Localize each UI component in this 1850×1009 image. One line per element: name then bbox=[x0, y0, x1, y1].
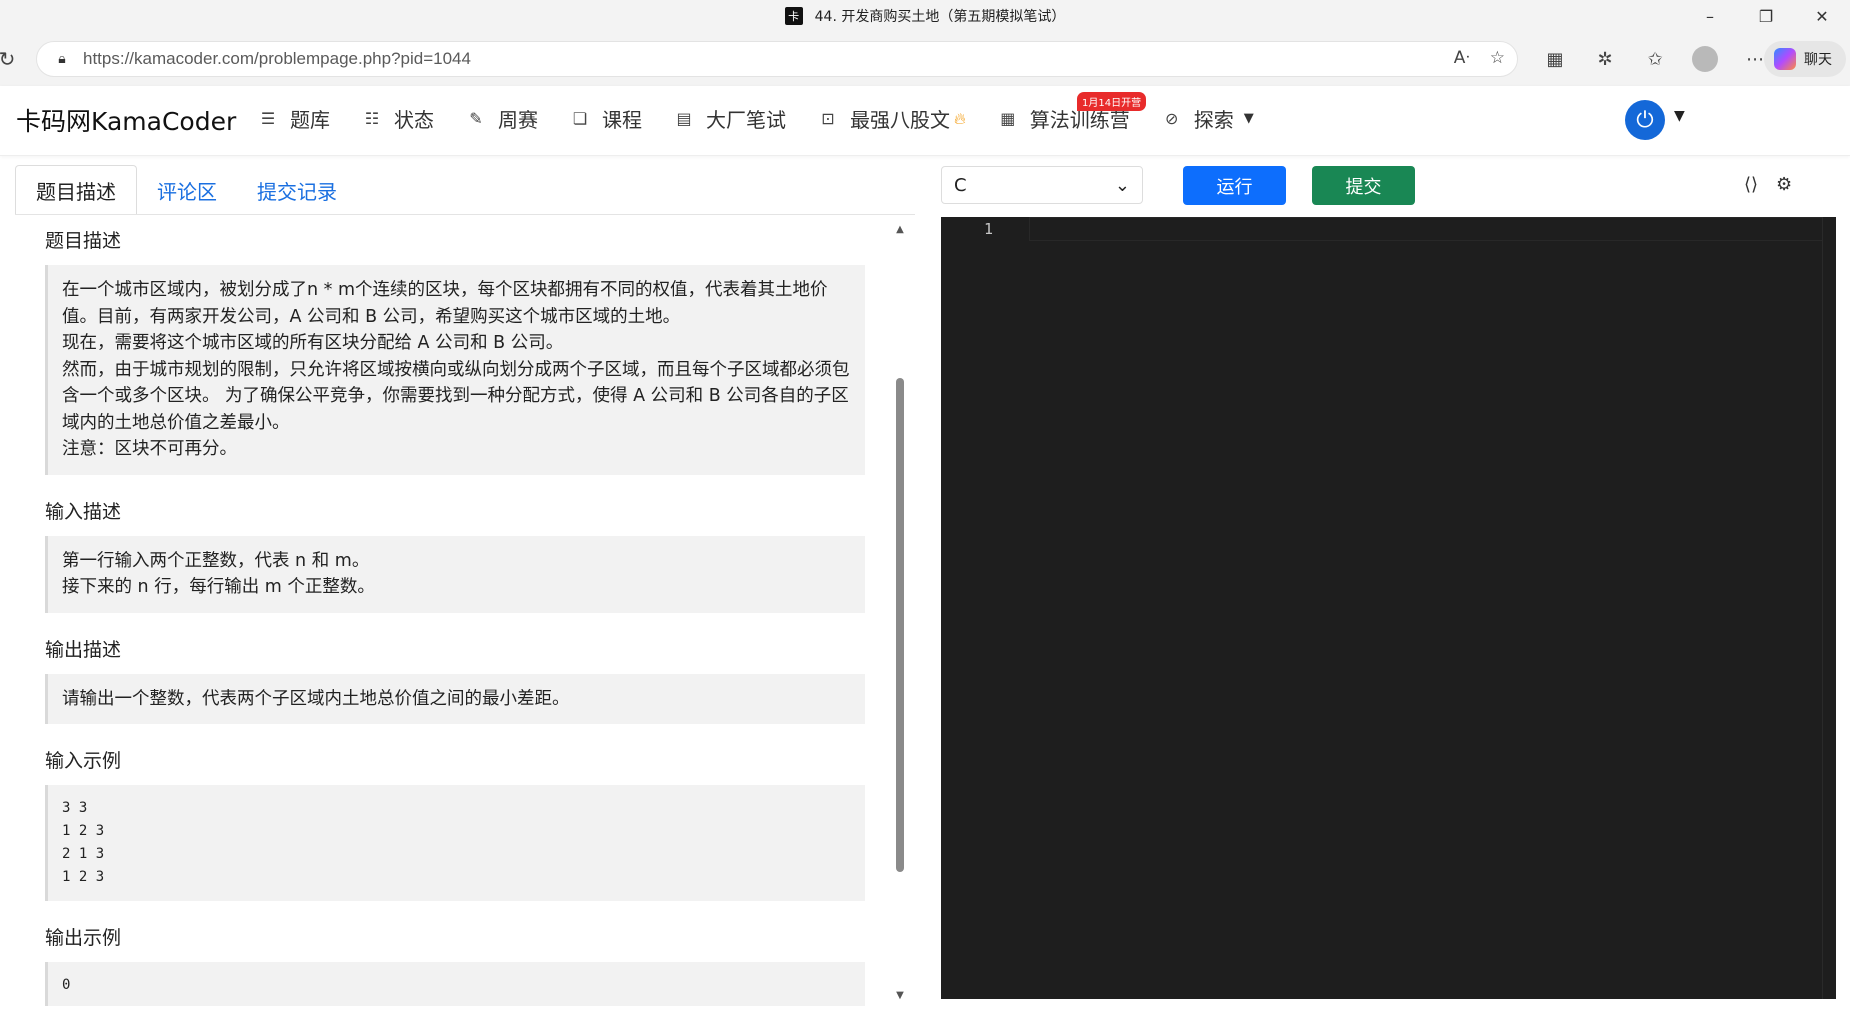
scroll-up-arrow-icon[interactable]: ▲ bbox=[893, 224, 907, 240]
nav-label: 大厂笔试 bbox=[706, 108, 786, 132]
read-aloud-icon[interactable]: Aᐧ bbox=[1454, 48, 1470, 68]
nav-item-company-tests[interactable]: ▤ 大厂笔试 bbox=[674, 104, 786, 133]
problem-tabs: 题目描述 评论区 提交记录 bbox=[15, 165, 357, 215]
current-line-highlight bbox=[1029, 217, 1824, 241]
copilot-chat-button[interactable]: 聊天 bbox=[1764, 41, 1846, 77]
restore-button[interactable]: ❐ bbox=[1738, 0, 1794, 32]
editor-line[interactable]: 1 bbox=[941, 217, 1836, 241]
nav-item-status[interactable]: ☷ 状态 bbox=[362, 104, 434, 133]
run-button[interactable]: 运行 bbox=[1183, 166, 1286, 205]
qr-code-icon[interactable]: ▦ bbox=[1530, 41, 1580, 77]
section-title-sample-input: 输入示例 bbox=[45, 750, 122, 772]
gear-icon[interactable]: ⚙ bbox=[1776, 174, 1792, 195]
nav-label: 最强八股文 bbox=[850, 108, 950, 132]
section-title-sample-output: 输出示例 bbox=[45, 927, 122, 949]
section-title-description: 题目描述 bbox=[45, 230, 122, 252]
browser-title-bar: 卡 44. 开发商购买土地（第五期模拟笔试） – ❐ ✕ bbox=[0, 0, 1850, 32]
browser-tools: ▦ ✲ ✩ ⋯ bbox=[1530, 41, 1780, 77]
brand-logo[interactable]: 卡码网KamaCoder bbox=[16, 102, 236, 138]
language-value: C bbox=[954, 174, 967, 196]
output-paragraph: 请输出一个整数，代表两个子区域内土地总价值之间的最小差距。 bbox=[62, 688, 570, 709]
list-icon: ☰ bbox=[260, 109, 276, 128]
minimize-button[interactable]: – bbox=[1682, 0, 1738, 32]
site-info-lock-icon[interactable]: 🔒︎ bbox=[51, 48, 73, 70]
section-title-output: 输出描述 bbox=[45, 638, 122, 661]
code-bracket-icon[interactable]: ⟨⟩ bbox=[1744, 174, 1758, 195]
scroll-down-arrow-icon[interactable]: ▼ bbox=[893, 990, 907, 1006]
page: 卡码网KamaCoder ☰ 题库 ☷ 状态 ✎ 周赛 ❏ 课程 ▤ 大厂笔试 bbox=[0, 86, 1850, 1009]
sample-input-code: 3 3 1 2 3 2 1 3 1 2 3 bbox=[45, 785, 865, 901]
close-window-button[interactable]: ✕ bbox=[1794, 0, 1850, 32]
problem-content: 题目描述 在一个城市区域内，被划分成了n * m个连续的区块，每个区块都拥有不同… bbox=[45, 226, 865, 1006]
nav-label: 课程 bbox=[602, 108, 642, 132]
sample-output-code: 0 bbox=[45, 962, 865, 1006]
notes-icon: ▤ bbox=[676, 109, 692, 128]
address-bar-actions: Aᐧ ☆ bbox=[1454, 48, 1505, 68]
copilot-label: 聊天 bbox=[1804, 52, 1832, 68]
input-paragraph: 接下来的 n 行，每行输出 m 个正整数。 bbox=[62, 577, 375, 597]
description-paragraph: 注意：区块不可再分。 bbox=[62, 439, 237, 459]
nav-item-weekly-contest[interactable]: ✎ 周赛 bbox=[466, 104, 538, 133]
output-description-box: 请输出一个整数，代表两个子区域内土地总价值之间的最小差距。 bbox=[45, 673, 865, 724]
nav-item-problems[interactable]: ☰ 题库 bbox=[258, 104, 330, 133]
line-number: 1 bbox=[984, 220, 994, 238]
compass-icon: ⊘ bbox=[1165, 109, 1179, 128]
code-file-icon: ⊡ bbox=[821, 109, 835, 128]
tab-description[interactable]: 题目描述 bbox=[15, 165, 137, 215]
extensions-icon[interactable]: ✲ bbox=[1580, 41, 1630, 77]
copilot-logo-icon bbox=[1774, 48, 1796, 70]
input-description-box: 第一行输入两个正整数，代表 n 和 m。 接下来的 n 行，每行输出 m 个正整… bbox=[45, 535, 865, 613]
nav-label: 题库 bbox=[290, 108, 330, 132]
chevron-down-icon: ▼ bbox=[1243, 111, 1254, 126]
user-menu-chevron-icon[interactable]: ▼ bbox=[1674, 108, 1685, 124]
submit-button[interactable]: 提交 bbox=[1312, 166, 1415, 205]
tab-comments[interactable]: 评论区 bbox=[137, 165, 237, 215]
profile-avatar[interactable] bbox=[1692, 46, 1718, 72]
description-paragraph: 现在，需要将这个城市区域的所有区块分配给 A 公司和 B 公司。 bbox=[62, 333, 564, 353]
copy-icon: ❏ bbox=[572, 109, 588, 128]
tab-divider bbox=[15, 214, 915, 215]
nav-item-explore[interactable]: ⊘ 探索 ▼ bbox=[1162, 104, 1254, 133]
tab-submissions[interactable]: 提交记录 bbox=[237, 165, 357, 215]
reload-icon[interactable]: ↻ bbox=[0, 44, 20, 74]
code-editor[interactable]: 1 bbox=[941, 217, 1836, 999]
description-paragraph: 然而，由于城市规划的限制，只允许将区域按横向或纵向划分成两个子区域，而且每个子区… bbox=[62, 359, 850, 433]
scrollbar-thumb[interactable] bbox=[896, 378, 904, 872]
calendar-icon: ▦ bbox=[1000, 109, 1016, 128]
nav-label: 探索 bbox=[1193, 108, 1234, 132]
nav-label: 周赛 bbox=[498, 108, 538, 132]
problem-scrollbar[interactable]: ▲ ▼ bbox=[893, 224, 907, 1006]
site-navbar: 卡码网KamaCoder ☰ 题库 ☷ 状态 ✎ 周赛 ❏ 课程 ▤ 大厂笔试 bbox=[0, 86, 1850, 156]
site-favicon-icon: 卡 bbox=[784, 7, 803, 25]
address-bar[interactable]: 🔒︎ https://kamacoder.com/problempage.php… bbox=[36, 41, 1518, 77]
power-user-icon[interactable]: ⏻ bbox=[1625, 100, 1665, 140]
nav-item-interview-notes[interactable]: ⊡ 最强八股文 🔥︎ bbox=[818, 104, 966, 133]
nav-item-courses[interactable]: ❏ 课程 bbox=[570, 104, 642, 133]
url-text[interactable]: https://kamacoder.com/problempage.php?pi… bbox=[83, 49, 471, 69]
favorites-icon[interactable]: ✩ bbox=[1630, 41, 1680, 77]
editor-scrollbar[interactable] bbox=[1822, 217, 1836, 999]
fire-icon: 🔥︎ bbox=[954, 108, 966, 128]
browser-toolbar: ↻ 🔒︎ https://kamacoder.com/problempage.p… bbox=[0, 32, 1850, 86]
chevron-down-icon: ⌄ bbox=[1114, 174, 1130, 196]
pencil-icon: ✎ bbox=[469, 109, 483, 128]
favorite-star-icon[interactable]: ☆ bbox=[1490, 48, 1505, 68]
editor-tools: ⟨⟩ ⚙ bbox=[1744, 174, 1792, 195]
input-paragraph: 第一行输入两个正整数，代表 n 和 m。 bbox=[62, 550, 370, 571]
language-select[interactable]: C ⌄ bbox=[941, 166, 1143, 204]
window-title: 44. 开发商购买土地（第五期模拟笔试） bbox=[814, 9, 1066, 25]
description-box: 在一个城市区域内，被划分成了n * m个连续的区块，每个区块都拥有不同的权值，代… bbox=[45, 265, 865, 475]
status-list-icon: ☷ bbox=[364, 109, 380, 128]
section-title-input: 输入描述 bbox=[45, 500, 122, 523]
nav-label: 状态 bbox=[394, 108, 434, 132]
camp-start-badge: 1月14日开营 bbox=[1077, 92, 1147, 111]
window-controls: – ❐ ✕ bbox=[1682, 0, 1850, 32]
description-paragraph: 在一个城市区域内，被划分成了n * m个连续的区块，每个区块都拥有不同的权值，代… bbox=[62, 280, 828, 327]
